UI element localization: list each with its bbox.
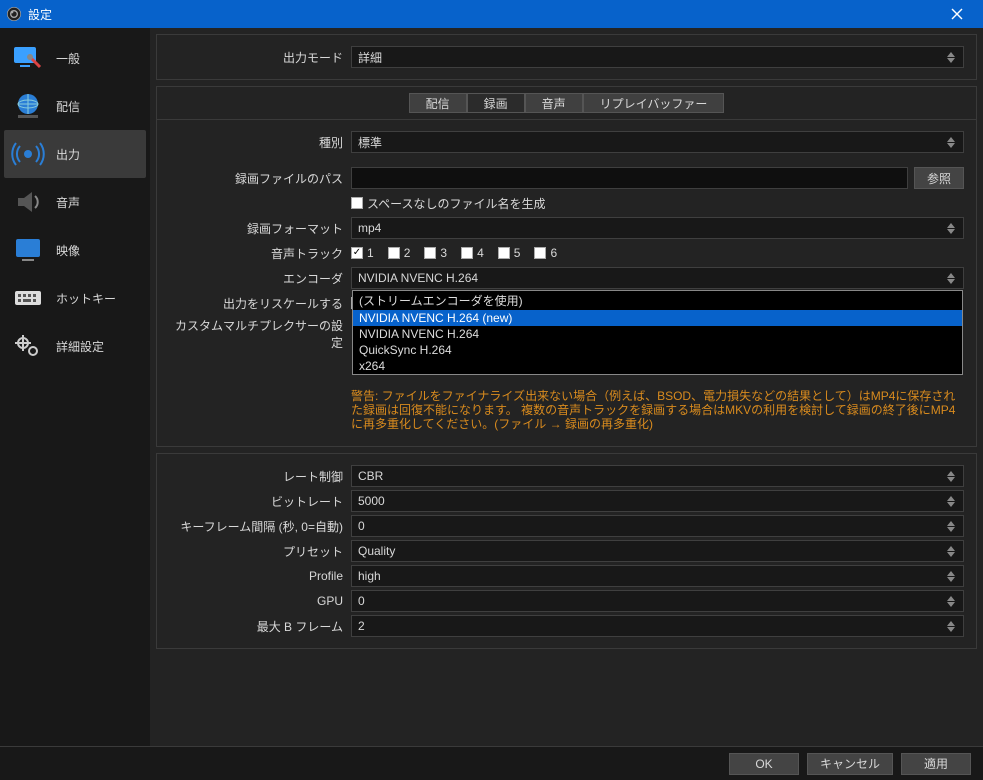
- output-mode-select[interactable]: 詳細: [351, 46, 964, 68]
- rate-control-label: レート制御: [165, 468, 345, 485]
- titlebar: 設定: [0, 0, 983, 28]
- keyframe-input[interactable]: 0: [351, 515, 964, 537]
- sidebar-item-video[interactable]: 映像: [4, 226, 146, 274]
- sidebar-item-advanced[interactable]: 詳細設定: [4, 322, 146, 370]
- format-label: 録画フォーマット: [165, 220, 345, 237]
- path-label: 録画ファイルのパス: [165, 170, 345, 187]
- type-select[interactable]: 標準: [351, 131, 964, 153]
- profile-select[interactable]: high: [351, 565, 964, 587]
- bframes-input[interactable]: 2: [351, 615, 964, 637]
- encoder-select[interactable]: NVIDIA NVENC H.264 (ストリームエンコーダを使用)NVIDIA…: [351, 267, 964, 289]
- checkbox-icon: [424, 247, 436, 259]
- type-label: 種別: [165, 134, 345, 151]
- track-checkbox-3[interactable]: 3: [424, 246, 447, 260]
- sidebar-item-label: 一般: [56, 50, 80, 67]
- track-checkbox-2[interactable]: 2: [388, 246, 411, 260]
- monitor-wrench-icon: [10, 42, 46, 74]
- checkbox-icon: [351, 247, 363, 259]
- bframes-label: 最大 B フレーム: [165, 618, 345, 635]
- cancel-button[interactable]: キャンセル: [807, 753, 893, 775]
- chevron-updown-icon: [947, 468, 959, 484]
- checkbox-icon: [534, 247, 546, 259]
- chevron-updown-icon: [947, 49, 959, 65]
- path-input[interactable]: [351, 167, 908, 189]
- encoder-dropdown[interactable]: (ストリームエンコーダを使用)NVIDIA NVENC H.264 (new)N…: [352, 290, 963, 375]
- sidebar-item-label: 出力: [56, 146, 80, 163]
- antenna-icon: [10, 138, 46, 170]
- sidebar: 一般 配信 出力 音声 映像 ホットキー 詳細設定: [0, 28, 150, 746]
- sidebar-item-label: 音声: [56, 194, 80, 211]
- checkbox-icon: [351, 197, 363, 209]
- rate-control-select[interactable]: CBR: [351, 465, 964, 487]
- gpu-input[interactable]: 0: [351, 590, 964, 612]
- encoder-option[interactable]: NVIDIA NVENC H.264 (new): [353, 310, 962, 326]
- tab-recording[interactable]: 録画: [467, 93, 525, 113]
- stepper-icon: [947, 593, 959, 609]
- sidebar-item-stream[interactable]: 配信: [4, 82, 146, 130]
- profile-label: Profile: [165, 569, 345, 583]
- keyframe-label: キーフレーム間隔 (秒, 0=自動): [165, 518, 345, 535]
- close-button[interactable]: [937, 0, 977, 28]
- gpu-label: GPU: [165, 594, 345, 608]
- encoder-option[interactable]: NVIDIA NVENC H.264: [353, 326, 962, 342]
- browse-button[interactable]: 参照: [914, 167, 964, 189]
- sidebar-item-label: ホットキー: [56, 290, 116, 307]
- track-checkbox-1[interactable]: 1: [351, 246, 374, 260]
- track-checkbox-5[interactable]: 5: [498, 246, 521, 260]
- speaker-icon: [10, 186, 46, 218]
- encoder-option[interactable]: (ストリームエンコーダを使用): [353, 291, 962, 310]
- muxer-label: カスタムマルチプレクサーの設定: [165, 317, 345, 351]
- track-checkbox-4[interactable]: 4: [461, 246, 484, 260]
- preset-select[interactable]: Quality: [351, 540, 964, 562]
- sidebar-item-output[interactable]: 出力: [4, 130, 146, 178]
- bitrate-input[interactable]: 5000: [351, 490, 964, 512]
- encoder-option[interactable]: x264: [353, 358, 962, 374]
- encoder-option[interactable]: QuickSync H.264: [353, 342, 962, 358]
- tracks-label: 音声トラック: [165, 245, 345, 262]
- chevron-updown-icon: [947, 568, 959, 584]
- format-select[interactable]: mp4: [351, 217, 964, 239]
- checkbox-icon: [388, 247, 400, 259]
- ok-button[interactable]: OK: [729, 753, 799, 775]
- tab-stream[interactable]: 配信: [409, 93, 467, 113]
- window-title: 設定: [28, 6, 52, 23]
- preset-label: プリセット: [165, 543, 345, 560]
- stepper-icon: [947, 618, 959, 634]
- sidebar-item-label: 詳細設定: [56, 338, 104, 355]
- dialog-footer: OK キャンセル 適用: [0, 746, 983, 780]
- checkbox-icon: [498, 247, 510, 259]
- nospace-checkbox[interactable]: スペースなしのファイル名を生成: [351, 195, 546, 212]
- sidebar-item-hotkeys[interactable]: ホットキー: [4, 274, 146, 322]
- output-tabs: 配信 録画 音声 リプレイバッファー: [157, 87, 976, 120]
- output-mode-label: 出力モード: [165, 49, 345, 66]
- obs-icon: [6, 6, 22, 22]
- chevron-updown-icon: [947, 134, 959, 150]
- chevron-updown-icon: [947, 543, 959, 559]
- mp4-warning: 警告: ファイルをファイナライズ出来ない場合（例えば、BSOD、電力損失などの結…: [351, 387, 964, 435]
- sidebar-item-audio[interactable]: 音声: [4, 178, 146, 226]
- checkbox-icon: [461, 247, 473, 259]
- chevron-updown-icon: [947, 270, 959, 286]
- stepper-icon: [947, 493, 959, 509]
- sidebar-item-general[interactable]: 一般: [4, 34, 146, 82]
- encoder-label: エンコーダ: [165, 270, 345, 287]
- apply-button[interactable]: 適用: [901, 753, 971, 775]
- keyboard-icon: [10, 282, 46, 314]
- tab-replay-buffer[interactable]: リプレイバッファー: [583, 93, 725, 113]
- sidebar-item-label: 映像: [56, 242, 80, 259]
- sidebar-item-label: 配信: [56, 98, 80, 115]
- bitrate-label: ビットレート: [165, 493, 345, 510]
- globe-icon: [10, 90, 46, 122]
- rescale-label: 出力をリスケールする: [165, 295, 345, 312]
- gears-icon: [10, 330, 46, 362]
- main-panel: 出力モード 詳細 配信 録画 音声 リプレイバッファー: [150, 28, 983, 746]
- tab-audio[interactable]: 音声: [525, 93, 583, 113]
- track-checkbox-6[interactable]: 6: [534, 246, 557, 260]
- monitor-icon: [10, 234, 46, 266]
- stepper-icon: [947, 518, 959, 534]
- chevron-updown-icon: [947, 220, 959, 236]
